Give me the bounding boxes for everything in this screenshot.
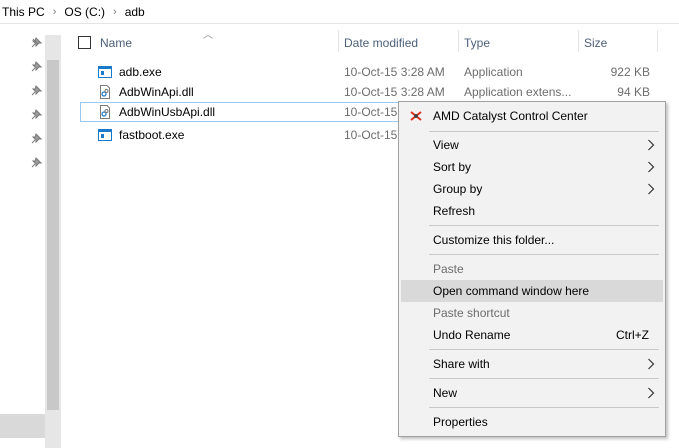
nav-scroll-horizontal[interactable] <box>0 414 45 438</box>
breadcrumb-os-c[interactable]: OS (C:) <box>64 5 105 19</box>
menu-separator <box>429 378 659 379</box>
menu-item-paste-shortcut[interactable]: Paste shortcut <box>401 302 663 324</box>
column-header-type[interactable]: Type <box>458 26 578 56</box>
context-menu: AMD Catalyst Control Center View Sort by… <box>398 101 666 437</box>
column-header-date[interactable]: Date modified <box>338 26 458 56</box>
column-header-row: Name Date modified Type Size <box>68 26 679 56</box>
menu-item-refresh[interactable]: Refresh <box>401 200 663 222</box>
menu-separator <box>429 225 659 226</box>
nav-scrollbar-thumb[interactable] <box>47 60 59 410</box>
column-header-size[interactable]: Size <box>578 26 658 56</box>
exe-icon <box>98 129 112 141</box>
file-date: 10-Oct-15 <box>344 128 398 142</box>
menu-label: New <box>433 386 458 400</box>
menu-item-customize-folder[interactable]: Customize this folder... <box>401 229 663 251</box>
pin-icon[interactable] <box>30 37 42 49</box>
menu-separator <box>429 254 659 255</box>
chevron-right-icon[interactable]: › <box>45 6 65 18</box>
menu-item-share-with[interactable]: Share with <box>401 353 663 375</box>
menu-item-undo-rename[interactable]: Undo Rename Ctrl+Z <box>401 324 663 346</box>
menu-label: AMD Catalyst Control Center <box>433 109 588 123</box>
file-name: AdbWinApi.dll <box>119 85 194 99</box>
file-date: 10-Oct-15 <box>344 105 398 119</box>
amd-catalyst-icon <box>410 111 422 121</box>
menu-item-open-command-window[interactable]: Open command window here <box>401 280 663 302</box>
pin-icon[interactable] <box>30 61 42 73</box>
menu-separator <box>429 131 659 132</box>
menu-item-paste[interactable]: Paste <box>401 258 663 280</box>
chevron-right-icon <box>648 139 655 151</box>
chevron-right-icon <box>648 183 655 195</box>
menu-label: Undo Rename <box>433 328 511 342</box>
chevron-right-icon <box>648 358 655 370</box>
pin-icon[interactable] <box>30 133 42 145</box>
menu-label: Paste shortcut <box>433 306 510 320</box>
file-type: Application <box>464 65 523 79</box>
menu-shortcut: Ctrl+Z <box>616 328 649 342</box>
file-date: 10-Oct-15 3:28 AM <box>344 85 445 99</box>
chevron-right-icon[interactable]: › <box>105 6 125 18</box>
menu-item-amd-catalyst[interactable]: AMD Catalyst Control Center <box>401 105 663 127</box>
menu-label: Sort by <box>433 160 472 174</box>
menu-item-properties[interactable]: Properties <box>401 411 663 433</box>
menu-item-view[interactable]: View <box>401 134 663 156</box>
menu-label: Share with <box>433 357 490 371</box>
pin-icon[interactable] <box>30 109 42 121</box>
file-type: Application extens... <box>464 85 572 99</box>
file-row-adb-exe[interactable]: adb.exe 10-Oct-15 3:28 AM Application 92… <box>80 62 660 82</box>
menu-label: Paste <box>433 262 464 276</box>
file-row-adbwinapi-dll[interactable]: AdbWinApi.dll 10-Oct-15 3:28 AM Applicat… <box>80 82 660 102</box>
menu-label: Properties <box>433 415 488 429</box>
chevron-right-icon <box>648 161 655 173</box>
file-date: 10-Oct-15 3:28 AM <box>344 65 445 79</box>
menu-label: View <box>433 138 459 152</box>
file-name: fastboot.exe <box>119 128 185 142</box>
breadcrumb-this-pc[interactable]: This PC <box>2 5 45 19</box>
menu-label: Group by <box>433 182 483 196</box>
chevron-right-icon <box>648 387 655 399</box>
pin-icon[interactable] <box>30 157 42 169</box>
menu-item-sort-by[interactable]: Sort by <box>401 156 663 178</box>
dll-icon <box>100 105 110 119</box>
file-name: AdbWinUsbApi.dll <box>119 105 216 119</box>
menu-item-group-by[interactable]: Group by <box>401 178 663 200</box>
file-name: adb.exe <box>119 65 162 79</box>
menu-item-new[interactable]: New <box>401 382 663 404</box>
menu-separator <box>429 407 659 408</box>
menu-label: Refresh <box>433 204 476 218</box>
breadcrumb: This PC › OS (C:) › adb <box>0 0 679 24</box>
exe-icon <box>98 66 112 78</box>
menu-separator <box>429 349 659 350</box>
menu-label: Open command window here <box>433 284 590 298</box>
column-header-name[interactable]: Name <box>94 26 340 56</box>
column-divider[interactable] <box>657 30 658 52</box>
menu-label: Customize this folder... <box>433 233 555 247</box>
pin-icon[interactable] <box>30 85 42 97</box>
file-size: 94 KB <box>617 85 650 99</box>
dll-icon <box>100 85 110 99</box>
file-size: 922 KB <box>610 65 650 79</box>
breadcrumb-adb[interactable]: adb <box>125 5 145 19</box>
